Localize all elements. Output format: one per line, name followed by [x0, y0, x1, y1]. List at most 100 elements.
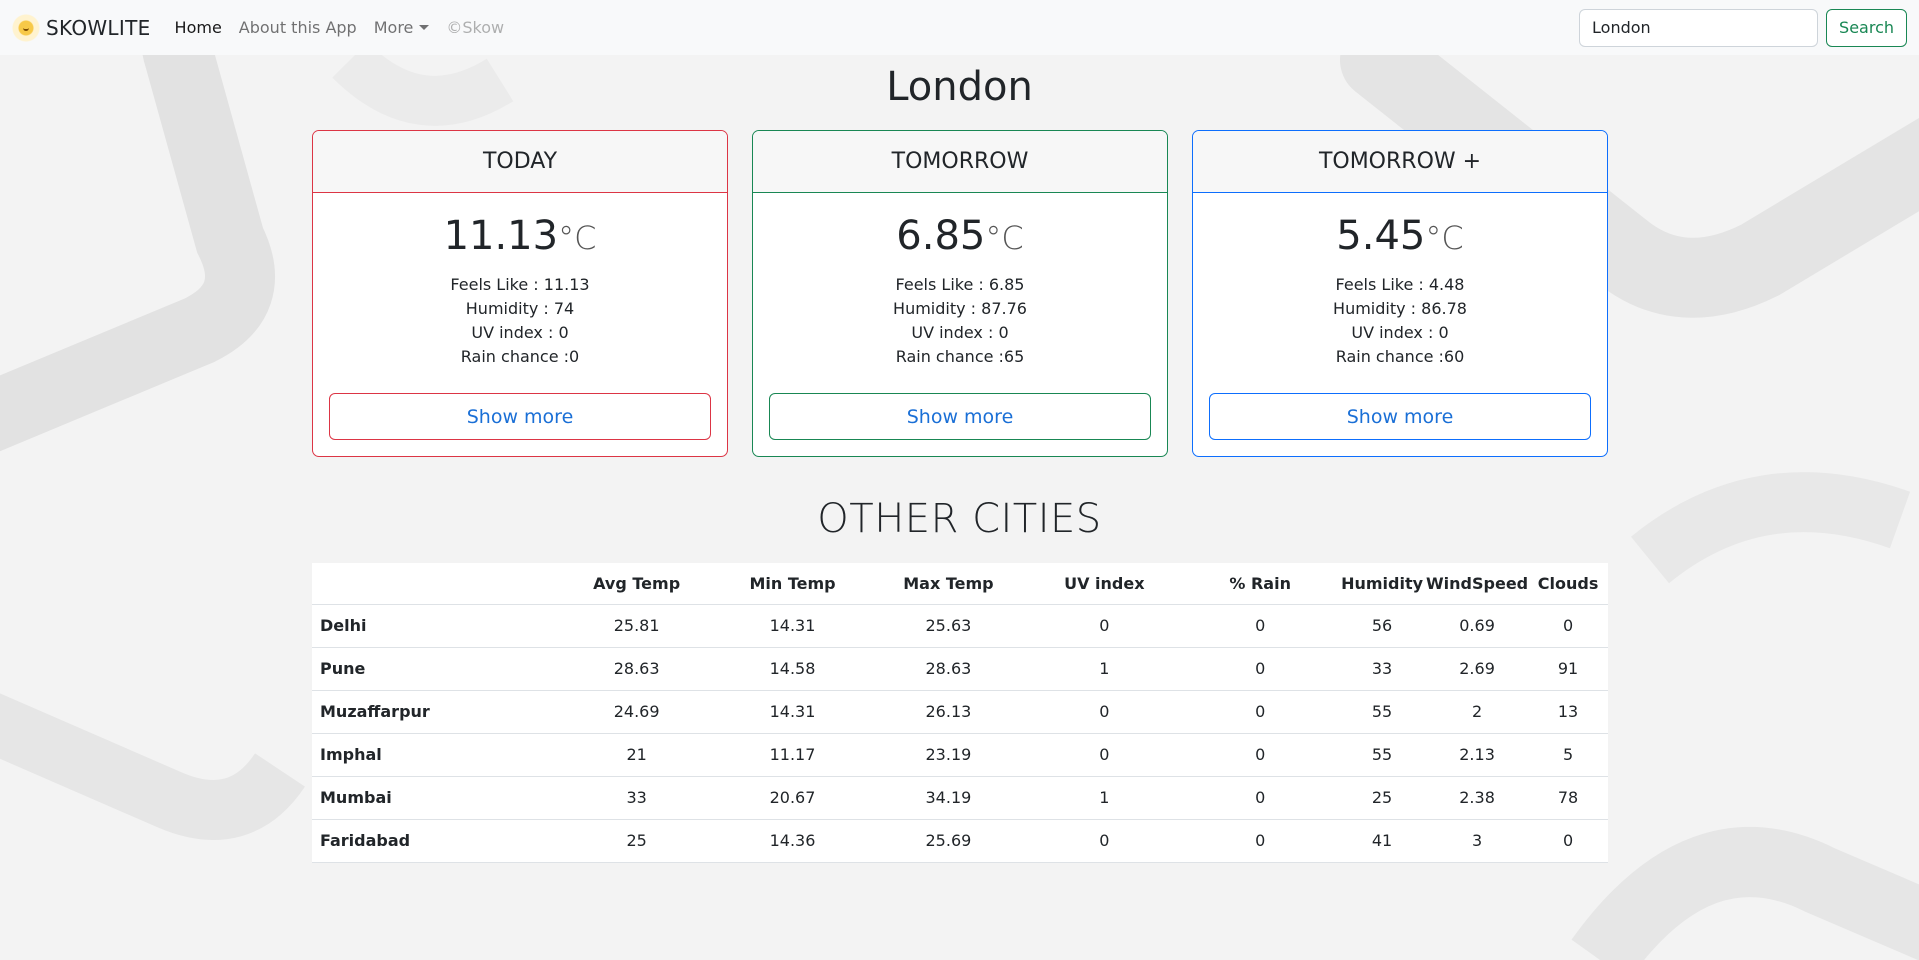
- column-header: [312, 563, 559, 605]
- table-cell: 33: [1338, 647, 1427, 691]
- table-cell: 14.31: [714, 690, 871, 734]
- table-cell: 2: [1426, 690, 1529, 734]
- temperature: 5.45°C: [1193, 211, 1607, 261]
- table-header-row: Avg Temp Min Temp Max Temp UV index % Ra…: [312, 563, 1608, 605]
- table-cell: 33: [558, 776, 715, 820]
- temperature-unit: °C: [985, 219, 1024, 257]
- table-cell: 0: [1182, 776, 1339, 820]
- table-cell: 14.36: [714, 819, 871, 863]
- city-name: Mumbai: [312, 776, 559, 820]
- table-cell: 1: [1026, 647, 1183, 691]
- table-cell: 21: [558, 733, 715, 777]
- table-cell: 5: [1528, 733, 1608, 777]
- table-cell: 20.67: [714, 776, 871, 820]
- column-header: % Rain: [1182, 563, 1339, 605]
- feels-like: Feels Like : 6.85: [895, 275, 1025, 294]
- table-cell: 11.17: [714, 733, 871, 777]
- city-name: Muzaffarpur: [312, 690, 559, 734]
- column-header: UV index: [1026, 563, 1183, 605]
- table-cell: 0: [1528, 819, 1608, 863]
- search-button[interactable]: Search: [1826, 8, 1907, 47]
- card-header: TOMORROW +: [1193, 131, 1607, 193]
- temperature-value: 11.13: [443, 213, 559, 259]
- table-cell: 14.58: [714, 647, 871, 691]
- search-input[interactable]: [1579, 8, 1819, 47]
- show-more-button[interactable]: Show more: [329, 393, 711, 440]
- card-header: TOMORROW: [753, 131, 1167, 193]
- other-cities-table: Avg Temp Min Temp Max Temp UV index % Ra…: [312, 563, 1608, 863]
- table-cell: 26.13: [870, 690, 1027, 734]
- table-cell: 0: [1182, 733, 1339, 777]
- column-header: Clouds: [1528, 563, 1608, 605]
- table-cell: 14.31: [714, 604, 871, 648]
- table-cell: 0: [1026, 604, 1183, 648]
- sun-logo-icon: [12, 13, 40, 42]
- weather-stats: Feels Like : 6.85 Humidity : 87.76 UV in…: [753, 273, 1167, 369]
- table-cell: 2.13: [1426, 733, 1529, 777]
- temperature: 11.13°C: [313, 211, 727, 261]
- feels-like: Feels Like : 11.13: [450, 275, 590, 294]
- table-cell: 41: [1338, 819, 1427, 863]
- show-more-button[interactable]: Show more: [1209, 393, 1591, 440]
- table-cell: 2.38: [1426, 776, 1529, 820]
- forecast-cards: TODAY 11.13°C Feels Like : 11.13 Humidit…: [0, 130, 1919, 460]
- table-row: Faridabad 25 14.36 25.69 0 0 41 3 0: [312, 819, 1608, 863]
- nav-more-dropdown[interactable]: More: [374, 18, 430, 37]
- table-cell: 34.19: [870, 776, 1027, 820]
- city-title: London: [886, 64, 1033, 110]
- humidity: Humidity : 86.78: [1333, 299, 1467, 318]
- search-form: Search: [1579, 8, 1907, 47]
- main-content: London TODAY 11.13°C Feels Like : 11.13 …: [0, 55, 1919, 863]
- forecast-card-today: TODAY 11.13°C Feels Like : 11.13 Humidit…: [312, 130, 728, 457]
- table-cell: 55: [1338, 733, 1427, 777]
- city-name: Imphal: [312, 733, 559, 777]
- city-name: Delhi: [312, 604, 559, 648]
- temperature-unit: °C: [558, 219, 597, 257]
- column-header: WindSpeed: [1426, 563, 1529, 605]
- table-cell: 3: [1426, 819, 1529, 863]
- nav-home[interactable]: Home: [175, 18, 222, 37]
- other-cities-title: OTHER CITIES: [817, 496, 1102, 542]
- table-row: Imphal 21 11.17 23.19 0 0 55 2.13 5: [312, 733, 1608, 777]
- column-header: Avg Temp: [558, 563, 715, 605]
- table-cell: 23.19: [870, 733, 1027, 777]
- temperature-value: 5.45: [1336, 213, 1426, 259]
- weather-stats: Feels Like : 11.13 Humidity : 74 UV inde…: [313, 273, 727, 369]
- table-row: Pune 28.63 14.58 28.63 1 0 33 2.69 91: [312, 647, 1608, 691]
- nav-about[interactable]: About this App: [239, 18, 357, 37]
- table-cell: 2.69: [1426, 647, 1529, 691]
- uv-index: UV index : 0: [1351, 323, 1449, 342]
- table-cell: 25.81: [558, 604, 715, 648]
- table-cell: 55: [1338, 690, 1427, 734]
- table-cell: 25.69: [870, 819, 1027, 863]
- table-cell: 0: [1182, 819, 1339, 863]
- temperature-value: 6.85: [896, 213, 986, 259]
- card-header: TODAY: [313, 131, 727, 193]
- column-header: Humidity: [1338, 563, 1427, 605]
- humidity: Humidity : 74: [465, 299, 575, 318]
- rain-chance: Rain chance :65: [895, 347, 1025, 366]
- table-cell: 0.69: [1426, 604, 1529, 648]
- table-cell: 56: [1338, 604, 1427, 648]
- city-name: Pune: [312, 647, 559, 691]
- table-cell: 25: [1338, 776, 1427, 820]
- table-cell: 25.63: [870, 604, 1027, 648]
- temperature: 6.85°C: [753, 211, 1167, 261]
- table-cell: 13: [1528, 690, 1608, 734]
- nav-copyright: ©Skow: [446, 18, 505, 37]
- table-cell: 91: [1528, 647, 1608, 691]
- feels-like: Feels Like : 4.48: [1335, 275, 1465, 294]
- brand[interactable]: SKOWLITE: [12, 13, 151, 42]
- table-cell: 0: [1026, 733, 1183, 777]
- temperature-unit: °C: [1425, 219, 1464, 257]
- top-navbar: SKOWLITE Home About this App More ©Skow …: [0, 0, 1919, 55]
- show-more-button[interactable]: Show more: [769, 393, 1151, 440]
- rain-chance: Rain chance :0: [460, 347, 580, 366]
- city-name: Faridabad: [312, 819, 559, 863]
- forecast-card-day-after: TOMORROW + 5.45°C Feels Like : 4.48 Humi…: [1192, 130, 1608, 457]
- table-cell: 0: [1026, 819, 1183, 863]
- column-header: Min Temp: [714, 563, 871, 605]
- uv-index: UV index : 0: [911, 323, 1009, 342]
- table-cell: 0: [1528, 604, 1608, 648]
- table-cell: 25: [558, 819, 715, 863]
